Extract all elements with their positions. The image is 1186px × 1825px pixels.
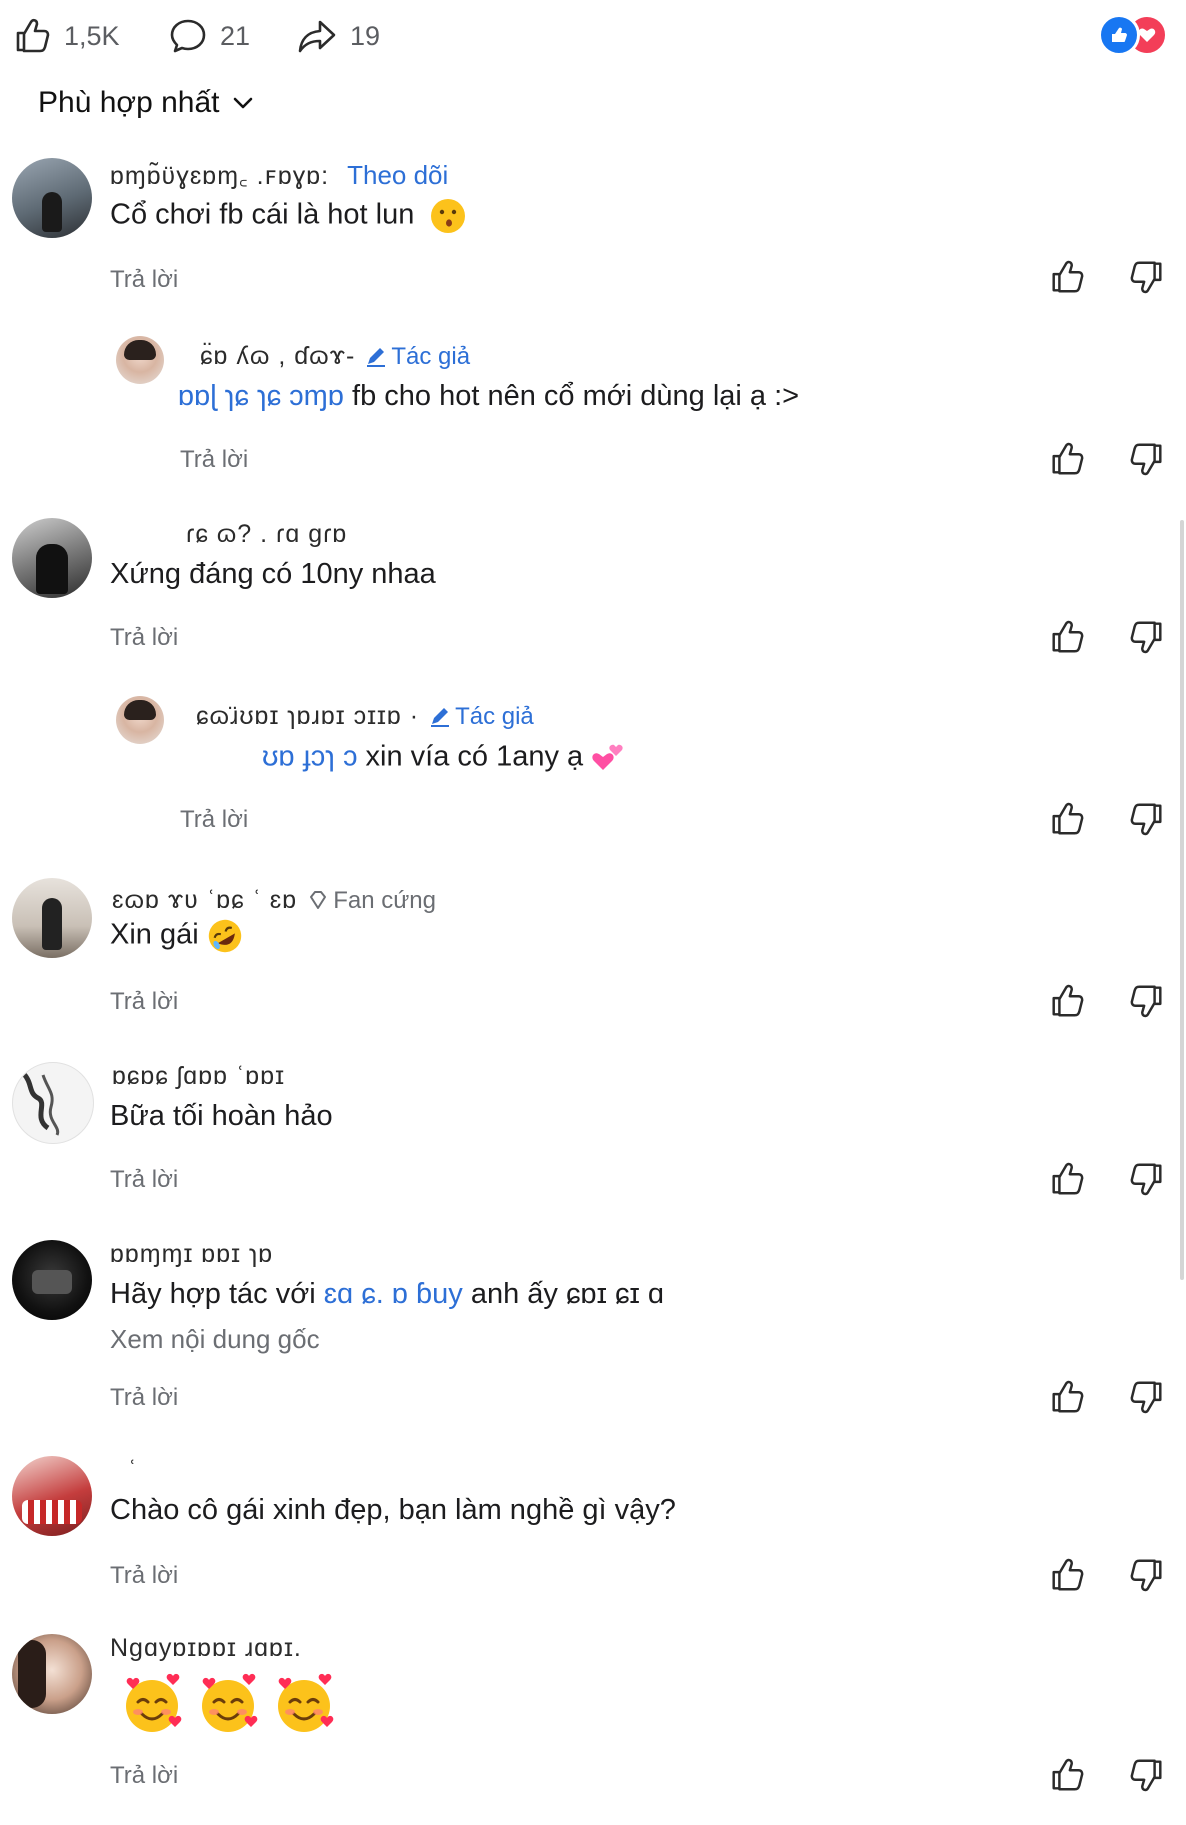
- like-count: 1,5K: [64, 20, 120, 51]
- comment-text: Chào cô gái xinh đẹp, bạn làm nghề gì vậ…: [110, 1494, 676, 1526]
- comment-author[interactable]: ɾɕ ɷ? . ɾɑ ɡɾɒ: [186, 520, 347, 549]
- two-hearts-icon: [592, 744, 623, 770]
- comment-bubble-icon: [170, 19, 206, 53]
- avatar[interactable]: [12, 518, 92, 598]
- comment-body: Cổ chơi fb cái là hot lun: [110, 198, 415, 231]
- comment-stat-button[interactable]: 21: [168, 14, 250, 58]
- avatar[interactable]: [12, 1062, 94, 1144]
- reply-button[interactable]: Trả lời: [110, 1562, 178, 1590]
- reaction-summary[interactable]: [1098, 14, 1168, 56]
- author-name[interactable]: ɒɱɒ̃ʋ̈ɣɛɒɱ꜀ .ꜰɒɣɒ:: [110, 162, 329, 190]
- thumbs-up-icon[interactable]: [1048, 1756, 1086, 1794]
- comment-author[interactable]: ɒɱɒ̃ʋ̈ɣɛɒɱ꜀ .ꜰɒɣɒ: Theo dõi: [110, 158, 448, 192]
- like-reaction-icon: [1098, 14, 1140, 56]
- thumbs-up-icon[interactable]: [1048, 800, 1086, 838]
- sort-dropdown[interactable]: Phù hợp nhất: [38, 86, 253, 120]
- author-name[interactable]: ɕɷɹ̈ʊɒɪ ɿɒɹɒɪ ɔɪɪɒ ·: [196, 702, 419, 730]
- avatar[interactable]: [12, 878, 92, 958]
- author-name[interactable]: ɕ̈ɒ ʎɷ , ɗɷɤ-: [200, 342, 355, 370]
- share-arrow-icon: [298, 20, 336, 53]
- reply-button[interactable]: Trả lời: [180, 806, 248, 834]
- mention-link[interactable]: ʊɒ ɟɔɿ ɔ: [262, 741, 357, 773]
- comment-author[interactable]: ɕɷɹ̈ʊɒɪ ɿɒɹɒɪ ɔɪɪɒ · Tác giả: [196, 702, 534, 731]
- fan-badge-label: Fan cứng: [333, 887, 436, 914]
- comment-text: Cổ chơi fb cái là hot lun: [110, 198, 466, 234]
- author-badge-label: Tác giả: [391, 343, 471, 370]
- comment-body: xin vía có 1any ạ: [357, 740, 584, 773]
- comment-author[interactable]: ɛɷɒ ɤʋ ʿɒɕ ʿ ɛɒ Fan cứng: [112, 886, 436, 915]
- reply-button[interactable]: Trả lời: [110, 1166, 178, 1194]
- reply-button[interactable]: Trả lời: [110, 1384, 178, 1412]
- comment-text: ʊɒ ɟɔɿ ɔ xin vía có 1any ạ: [262, 740, 627, 776]
- avatar[interactable]: [12, 1634, 92, 1714]
- thumbs-up-icon[interactable]: [1048, 1378, 1086, 1416]
- thumbs-down-icon[interactable]: [1128, 618, 1166, 656]
- thumbs-down-icon[interactable]: [1128, 258, 1166, 296]
- comment-body: fb cho hot nên cổ mới dùng lại ạ :>: [343, 380, 800, 412]
- comment-text: Xứng đáng có 10ny nhaa: [110, 558, 436, 590]
- comment-author[interactable]: ɒɕɒɕ ʃɑɒɒ ʿɒɒɪ: [112, 1062, 285, 1091]
- comment-text: Xin gái: [110, 918, 243, 954]
- thumbs-down-icon[interactable]: [1128, 1556, 1166, 1594]
- scrollbar[interactable]: [1180, 520, 1184, 1280]
- mention-link[interactable]: ɒɒɭ ɿɕ ɿɕ ɔɱɒ: [178, 380, 344, 412]
- comment-author[interactable]: Ngɑyɒɪɒɒɪ ɹɑɒɪ.: [110, 1634, 302, 1663]
- comment-count: 21: [220, 20, 251, 51]
- thumbs-up-icon[interactable]: [1048, 258, 1086, 296]
- author-badge: Tác giả: [365, 343, 470, 370]
- thumbs-down-icon[interactable]: [1128, 1756, 1166, 1794]
- smiling-face-with-hearts-icon: [272, 1672, 336, 1736]
- avatar[interactable]: [12, 158, 92, 238]
- avatar[interactable]: [116, 336, 164, 384]
- comment-body: Hãy hợp tác với: [110, 1278, 324, 1310]
- thumbs-down-icon[interactable]: [1128, 1378, 1166, 1416]
- thumbs-up-icon[interactable]: [1048, 1556, 1086, 1594]
- thumbs-up-icon[interactable]: [1048, 618, 1086, 656]
- author-badge: Tác giả: [429, 703, 534, 730]
- smiling-face-with-hearts-icon: [196, 1672, 260, 1736]
- see-original-link[interactable]: Xem nội dung gốc: [110, 1324, 320, 1355]
- avatar[interactable]: [12, 1456, 92, 1536]
- avatar[interactable]: [116, 696, 164, 744]
- author-name[interactable]: ɛɷɒ ɤʋ ʿɒɕ ʿ ɛɒ: [112, 886, 297, 914]
- thumbs-up-icon[interactable]: [1048, 440, 1086, 478]
- diamond-icon: [310, 891, 327, 909]
- chevron-down-icon: [234, 97, 253, 109]
- kissing-face-icon: [431, 199, 466, 233]
- comment-text: Bữa tối hoàn hảo: [110, 1100, 333, 1132]
- like-stat-button[interactable]: 1,5K: [12, 14, 120, 58]
- thumbs-up-icon[interactable]: [1048, 1160, 1086, 1198]
- comment-text: Hãy hợp tác với ɛɑ ɕ. ɒ ɓuy anh ấy ɕɒɪ ɕ…: [110, 1278, 664, 1311]
- sort-label: Phù hợp nhất: [38, 86, 220, 119]
- reply-button[interactable]: Trả lời: [180, 446, 248, 474]
- comment-body: Xin gái: [110, 918, 199, 951]
- reply-button[interactable]: Trả lời: [110, 988, 178, 1016]
- smiling-face-with-hearts-icon: [120, 1672, 184, 1736]
- thumbs-down-icon[interactable]: [1128, 440, 1166, 478]
- reply-button[interactable]: Trả lời: [110, 1762, 178, 1790]
- comment-author[interactable]: ʿ: [128, 1456, 137, 1485]
- share-count: 19: [350, 20, 381, 51]
- follow-button[interactable]: Theo dõi: [347, 160, 448, 190]
- reply-button[interactable]: Trả lời: [110, 266, 178, 294]
- thumbs-up-icon[interactable]: [1048, 982, 1086, 1020]
- comment-author[interactable]: ɕ̈ɒ ʎɷ , ɗɷɤ- Tác giả: [200, 342, 470, 371]
- avatar[interactable]: [12, 1240, 92, 1320]
- comment-body-suffix: anh ấy ɕɒɪ ɕɪ ɑ: [462, 1278, 664, 1310]
- rolling-laughing-face-icon: [208, 919, 241, 953]
- comment-author[interactable]: ɒɒɱɱɪ ɒɒɪ ɿɒ: [110, 1240, 273, 1269]
- author-badge-label: Tác giả: [455, 703, 534, 730]
- pencil-icon: [431, 708, 450, 727]
- thumbs-down-icon[interactable]: [1128, 1160, 1166, 1198]
- thumbs-up-icon: [12, 16, 52, 56]
- mention-link[interactable]: ɛɑ ɕ. ɒ ɓuy: [324, 1278, 463, 1310]
- reply-button[interactable]: Trả lời: [110, 624, 178, 652]
- comment-text: ɒɒɭ ɿɕ ɿɕ ɔɱɒ fb cho hot nên cổ mới dùng…: [178, 380, 799, 413]
- fan-badge: Fan cứng: [307, 887, 436, 914]
- share-stat-button[interactable]: 19: [296, 14, 380, 58]
- pencil-icon: [367, 348, 386, 367]
- thumbs-down-icon[interactable]: [1128, 982, 1166, 1020]
- thumbs-down-icon[interactable]: [1128, 800, 1166, 838]
